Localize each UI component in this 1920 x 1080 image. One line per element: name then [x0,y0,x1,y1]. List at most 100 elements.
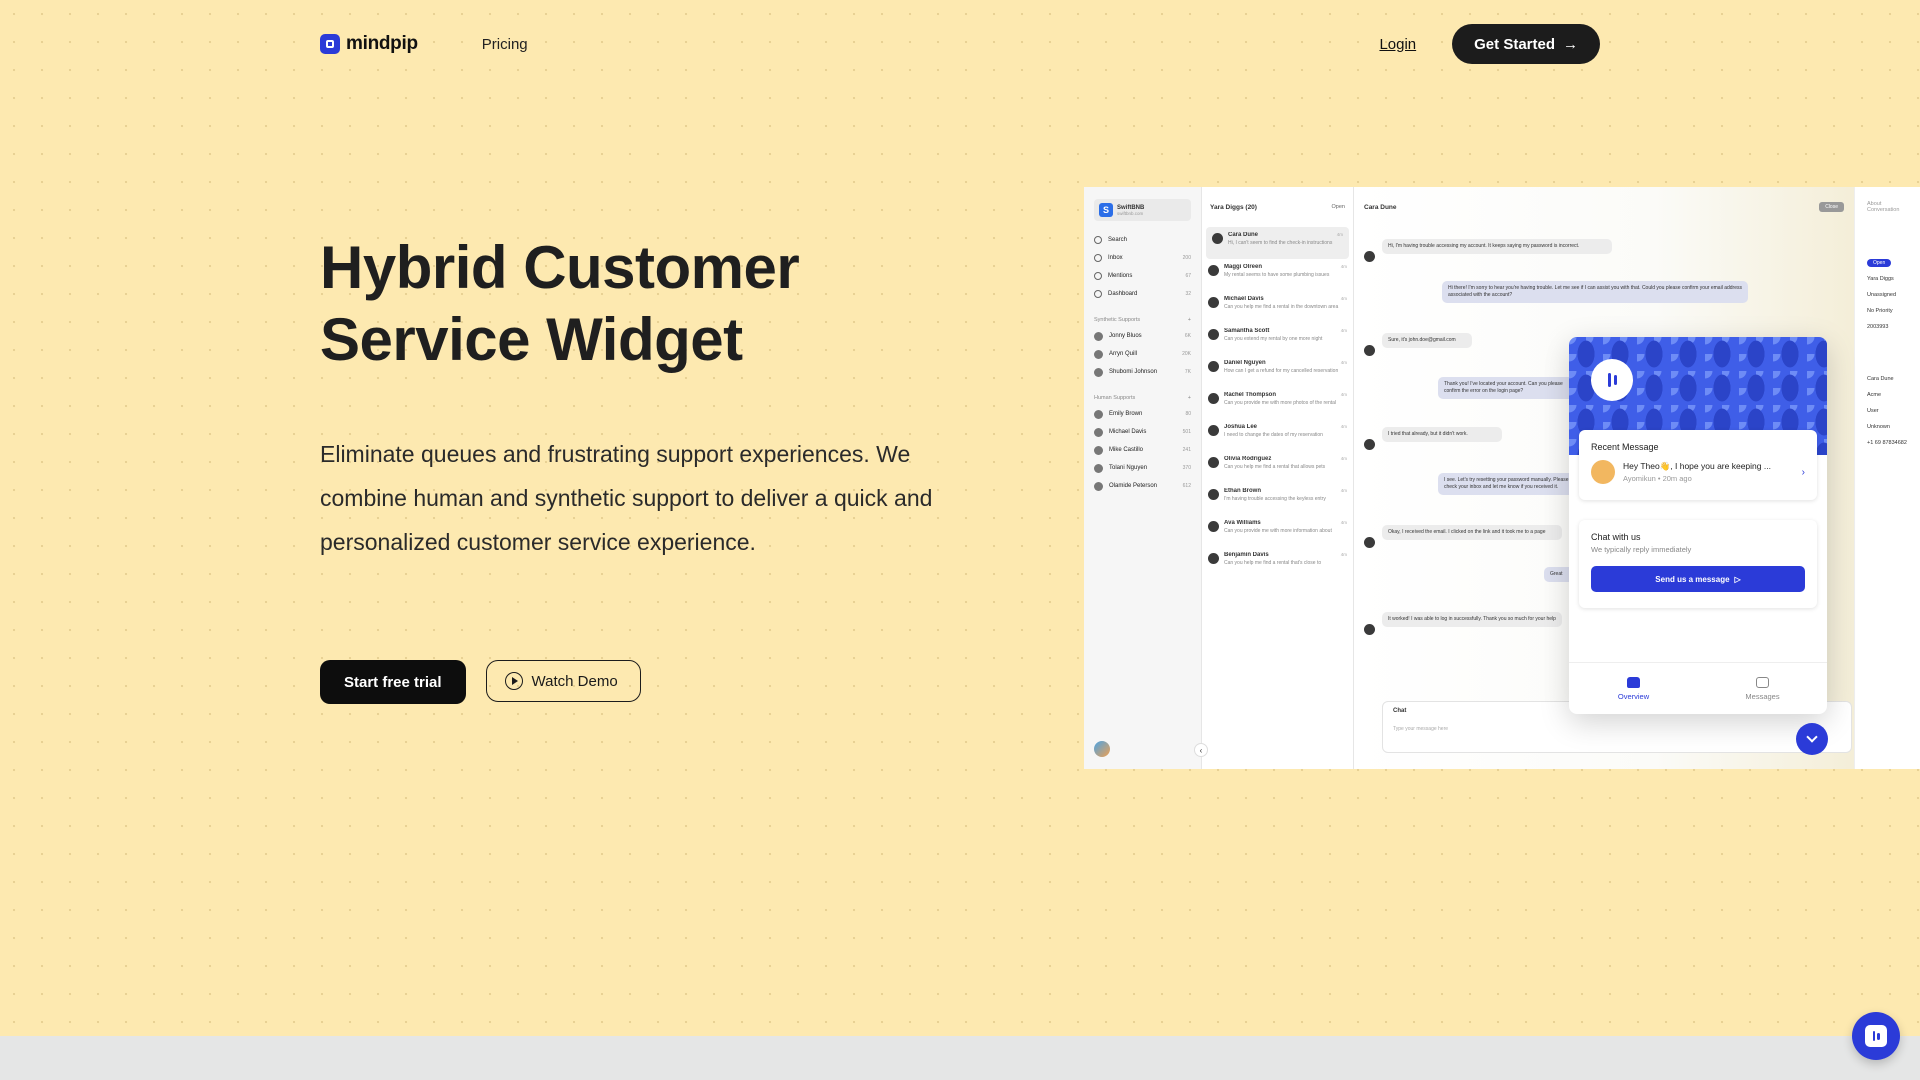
avatar [1364,345,1375,356]
mock-sidebar: S SwiftBNB swiftbnb.com Search Inbox 200 Me… [1084,187,1208,769]
chat-widget: Recent Message Hey Theo👋, I hope you are… [1569,337,1827,714]
chat-with-us-title: Chat with us [1591,532,1641,542]
nav-icon [1094,272,1102,280]
list-header: Yara Diggs (20) Open [1210,203,1345,211]
chat-message: I see. Let's try resetting your password… [1438,473,1578,495]
arrow-right-icon: → [1563,35,1578,53]
about-field: Yara Diggs [1867,276,1894,282]
workspace-name: SwiftBNB [1117,204,1145,211]
hero-subtitle: Eliminate queues and frustrating support… [320,441,933,555]
play-icon [504,672,523,690]
widget-close-button[interactable] [1796,723,1828,755]
chat-message: It worked! I was able to log in successf… [1382,612,1562,627]
mock-about-panel: About Conversation Open Yara Diggs Unassi… [1854,187,1920,769]
agent-avatar [1591,460,1615,484]
workspace-domain: swiftbnb.com [1117,210,1144,216]
recent-message-card[interactable]: Recent Message Hey Theo👋, I hope you are… [1579,430,1817,500]
avatar [1208,489,1219,500]
tab-overview[interactable]: Overview [1569,663,1698,714]
avatar [1364,251,1375,262]
top-nav: mindpip Pricing Login Get Started → [320,22,1600,66]
send-message-button[interactable]: Send us a message ▷ [1591,566,1805,592]
chat-message: I tried that already, but it didn't work… [1382,427,1502,442]
avatar [1208,553,1219,564]
chat-header: Cara Dune Close [1354,187,1854,227]
hero-actions: Start free trial Watch Demo [320,660,641,704]
avatar [1094,481,1103,491]
mock-conversation-list: Yara Diggs (20) Open Cara Dune 4m Hi, I ca… [1202,187,1354,769]
human-support-item: Olamide Peterson 612 [1084,477,1201,495]
nav-icon [1094,236,1102,244]
conversation-item: Daniel Nguyen 4m How can I get a refund fo… [1202,355,1353,387]
workspace-switcher: S SwiftBNB swiftbnb.com [1094,199,1191,221]
avatar [1094,427,1103,437]
get-started-button[interactable]: Get Started → [1452,24,1600,64]
user-avatar [1094,741,1110,757]
messages-icon [1756,676,1769,688]
logo-icon [320,34,340,54]
about-field: +1 69 87834682 [1867,440,1907,446]
chat-launcher-button[interactable] [1852,1012,1900,1060]
watch-demo-button[interactable]: Watch Demo [485,660,641,702]
watch-demo-label: Watch Demo [531,672,618,690]
home-icon [1627,676,1640,688]
about-field: Cara Dune [1867,376,1894,382]
chevron-right-icon: › [1801,466,1805,478]
start-free-trial-button[interactable]: Start free trial [320,660,466,704]
about-field: No Priority [1867,308,1893,314]
synthetic-support-item: Shubomi Johnson 7K [1084,363,1201,381]
avatar [1094,409,1103,419]
conversation-item: Ethan Brown 4m I'm having trouble accessin… [1202,483,1353,515]
hero-title: Hybrid Customer Service Widget [320,234,800,373]
chevron-down-icon [1806,731,1818,743]
nav-icon [1094,254,1102,262]
logo-text: mindpip [346,33,418,54]
avatar [1364,439,1375,450]
synthetic-section-title: Synthetic Supports + [1094,317,1191,323]
chat-message: Thank you! I've located your account. Ca… [1438,377,1578,399]
conversation-item: Maggi Olreen 4m My rental seems to have so… [1202,259,1353,291]
about-field: Unassigned [1867,292,1897,298]
conversation-item: Ava Williams 4m Can you provide me with mo… [1202,515,1353,547]
send-icon: ▷ [1734,574,1741,584]
recent-message-title: Recent Message [1591,442,1659,452]
launcher-icon [1865,1025,1887,1047]
recent-message-meta: Ayomikun • 20m ago [1623,474,1692,483]
avatar [1094,349,1103,359]
conversation-item: Samantha Scott 4m Can you extend my rental… [1202,323,1353,355]
avatar [1208,393,1219,404]
nav-link-pricing[interactable]: Pricing [482,36,528,53]
about-field: Unknown [1867,424,1890,430]
avatar [1208,329,1219,340]
brand-logo[interactable]: mindpip [320,33,418,55]
widget-logo-icon [1591,359,1633,401]
synthetic-support-item: Jonny Bluos 6K [1084,327,1201,345]
login-link[interactable]: Login [1379,36,1416,53]
widget-tabs: Overview Messages [1569,662,1827,714]
tab-messages[interactable]: Messages [1698,663,1827,714]
human-support-item: Michael Davis 501 [1084,423,1201,441]
conversation-item: Benjamin Davis 4m Can you help me find a r… [1202,547,1353,579]
avatar [1094,445,1103,455]
avatar [1208,521,1219,532]
avatar [1208,457,1219,468]
avatar [1094,463,1103,473]
about-field: Acme [1867,392,1882,398]
recent-message-text: Hey Theo👋, I hope you are keeping ... [1623,461,1771,471]
sidebar-item: Mentions 67 [1084,267,1201,285]
avatar [1208,297,1219,308]
conversation-item: Rachel Thompson 4m Can you provide me with… [1202,387,1353,419]
chat-message: Sure, it's john.doe@gmail.com [1382,333,1472,348]
about-field: User [1867,408,1879,414]
chat-with-us-card: Chat with us We typically reply immediat… [1579,520,1817,608]
get-started-label: Get Started [1474,35,1555,53]
avatar [1208,361,1219,372]
chat-message: Hi there! I'm sorry to hear you're havin… [1442,281,1748,303]
human-support-item: Tolani Nguyen 370 [1084,459,1201,477]
sidebar-item: Inbox 200 [1084,249,1201,267]
sidebar-item: Dashboard 32 [1084,285,1201,303]
avatar [1094,367,1103,377]
footer-band [0,1036,1920,1080]
avatar [1094,331,1103,341]
avatar [1364,624,1375,635]
